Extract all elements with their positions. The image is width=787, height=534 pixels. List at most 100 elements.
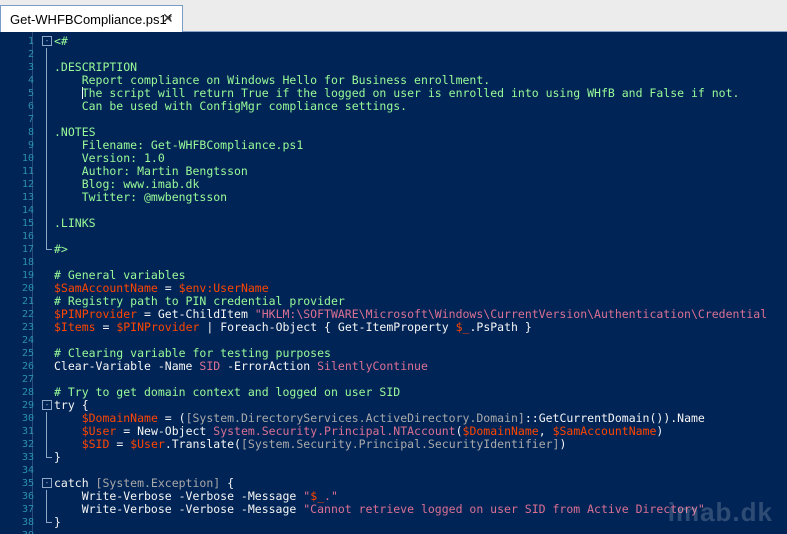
code-text: Write-Verbose -Verbose -Message "Cannot …: [54, 503, 705, 516]
code-token: ): [656, 424, 664, 438]
code-line[interactable]: 23 $Items = $PINProvider | Foreach-Object…: [0, 321, 787, 334]
code-token: $SID: [81, 437, 110, 451]
code-token: $PINProvider: [54, 307, 138, 321]
close-icon[interactable]: ✕: [162, 10, 174, 27]
code-text: .LINKS: [54, 217, 96, 230]
code-token: $_: [310, 489, 325, 503]
code-line[interactable]: 6 Can be used with ConfigMgr compliance …: [0, 100, 787, 113]
code-line[interactable]: 26 Clear-Variable -Name SID -ErrorAction …: [0, 360, 787, 373]
line-number: 15: [21, 218, 34, 229]
code-line[interactable]: 28 # Try to get domain context and logged…: [0, 386, 787, 399]
line-number: 20: [21, 283, 34, 294]
line-number: 3: [27, 62, 34, 73]
line-number: 19: [21, 270, 34, 281]
fold-guide: [46, 165, 47, 178]
code-line[interactable]: 14: [0, 204, 787, 217]
code-token: $SamAccountName: [54, 281, 158, 295]
code-token: [System.Security.Principal.SecurityIdent…: [240, 437, 560, 451]
code-token: .Translate(: [164, 437, 241, 451]
collapse-icon[interactable]: -: [42, 400, 52, 410]
line-number: 17: [21, 244, 34, 255]
code-line[interactable]: 13 Twitter: @mwbengtsson: [0, 191, 787, 204]
code-token: SID: [199, 359, 221, 373]
code-token: The script will return True if the logge…: [81, 86, 740, 100]
code-token: # General variables: [54, 268, 186, 282]
fold-guide: [46, 48, 47, 61]
code-token: $Items: [54, 320, 96, 334]
code-token: # Registry path to PIN credential provid…: [54, 294, 345, 308]
fold-guide: [46, 230, 47, 243]
code-token: $DomainName: [462, 424, 539, 438]
code-text: <#: [54, 35, 68, 48]
line-number: 35: [21, 478, 34, 489]
code-token: # Clearing variable for testing purposes: [54, 346, 331, 360]
code-line[interactable]: 1- <#: [0, 35, 787, 48]
code-token: {: [220, 476, 235, 490]
code-text: Can be used with ConfigMgr compliance se…: [54, 100, 407, 113]
code-token: $_: [455, 320, 470, 334]
line-number: 32: [21, 439, 34, 450]
code-token: Clear-Variable -Name: [54, 359, 200, 373]
code-text: #>: [54, 243, 68, 256]
code-token: .LINKS: [54, 216, 96, 230]
fold-guide: [46, 425, 47, 438]
script-editor[interactable]: 1- <# 2 3 .DESCRIPTION 4 Report compliance on…: [0, 32, 787, 534]
line-number: 5: [27, 88, 34, 99]
code-line[interactable]: 15 .LINKS: [0, 217, 787, 230]
code-token: Filename: Get-WHFBCompliance.ps1: [54, 138, 304, 152]
watermark: imab.dk: [667, 497, 773, 527]
code-line[interactable]: 33}: [0, 451, 787, 464]
code-line[interactable]: 17 #>: [0, 243, 787, 256]
line-number: 1: [27, 36, 34, 47]
code-token: .DESCRIPTION: [54, 60, 138, 74]
code-text: $SID = $User.Translate([System.Security.…: [54, 437, 567, 451]
fold-guide-end: [46, 243, 52, 250]
code-token: catch: [54, 476, 96, 490]
line-number: 22: [21, 309, 34, 320]
line-number: 8: [27, 127, 34, 138]
code-token: Twitter: @mwbengtsson: [54, 190, 228, 204]
line-number: 23: [21, 322, 34, 333]
fold-guide-end: [46, 451, 52, 458]
code-token: $DomainName: [81, 411, 158, 425]
code-token: "HKLM:\SOFTWARE\Microsoft\Windows\Curren…: [254, 307, 768, 321]
fold-guide: [46, 126, 47, 139]
code-token: SilentlyContinue: [317, 359, 428, 373]
code-line[interactable]: 32 $SID = $User.Translate([System.Securi…: [0, 438, 787, 451]
code-token: | Foreach-Object { Get-ItemProperty: [199, 320, 456, 334]
code-token: -ErrorAction: [220, 359, 318, 373]
fold-guide: [46, 412, 47, 425]
code-token: }: [54, 450, 61, 464]
line-number: 29: [21, 400, 34, 411]
code-line[interactable]: 39: [0, 529, 787, 534]
line-number: 28: [21, 387, 34, 398]
fold-guide: [46, 61, 47, 74]
code-token: .PsPath }: [469, 320, 532, 334]
code-token: =: [157, 281, 179, 295]
code-text: # Try to get domain context and logged o…: [54, 386, 400, 399]
code-token: .NOTES: [54, 125, 96, 139]
code-token: = (: [157, 411, 186, 425]
tab-script-file[interactable]: Get-WHFBCompliance.ps1* ✕: [0, 5, 183, 32]
code-token: =: [95, 320, 117, 334]
code-line[interactable]: 16: [0, 230, 787, 243]
code-token: ,: [538, 424, 553, 438]
collapse-icon[interactable]: -: [42, 36, 52, 46]
line-number: 37: [21, 504, 34, 515]
code-token: = New-Object: [116, 424, 214, 438]
line-number: 16: [21, 231, 34, 242]
fold-guide: [46, 178, 47, 191]
code-token: [System.Exception]: [95, 476, 221, 490]
fold-guide: [46, 87, 47, 100]
fold-guide: [46, 490, 47, 503]
line-number: 14: [21, 205, 34, 216]
tab-bar: Get-WHFBCompliance.ps1* ✕: [0, 0, 787, 32]
code-line[interactable]: 7: [0, 113, 787, 126]
collapse-icon[interactable]: -: [42, 478, 52, 488]
fold-guide: [46, 217, 47, 230]
line-number: 10: [21, 153, 34, 164]
fold-guide: [46, 152, 47, 165]
